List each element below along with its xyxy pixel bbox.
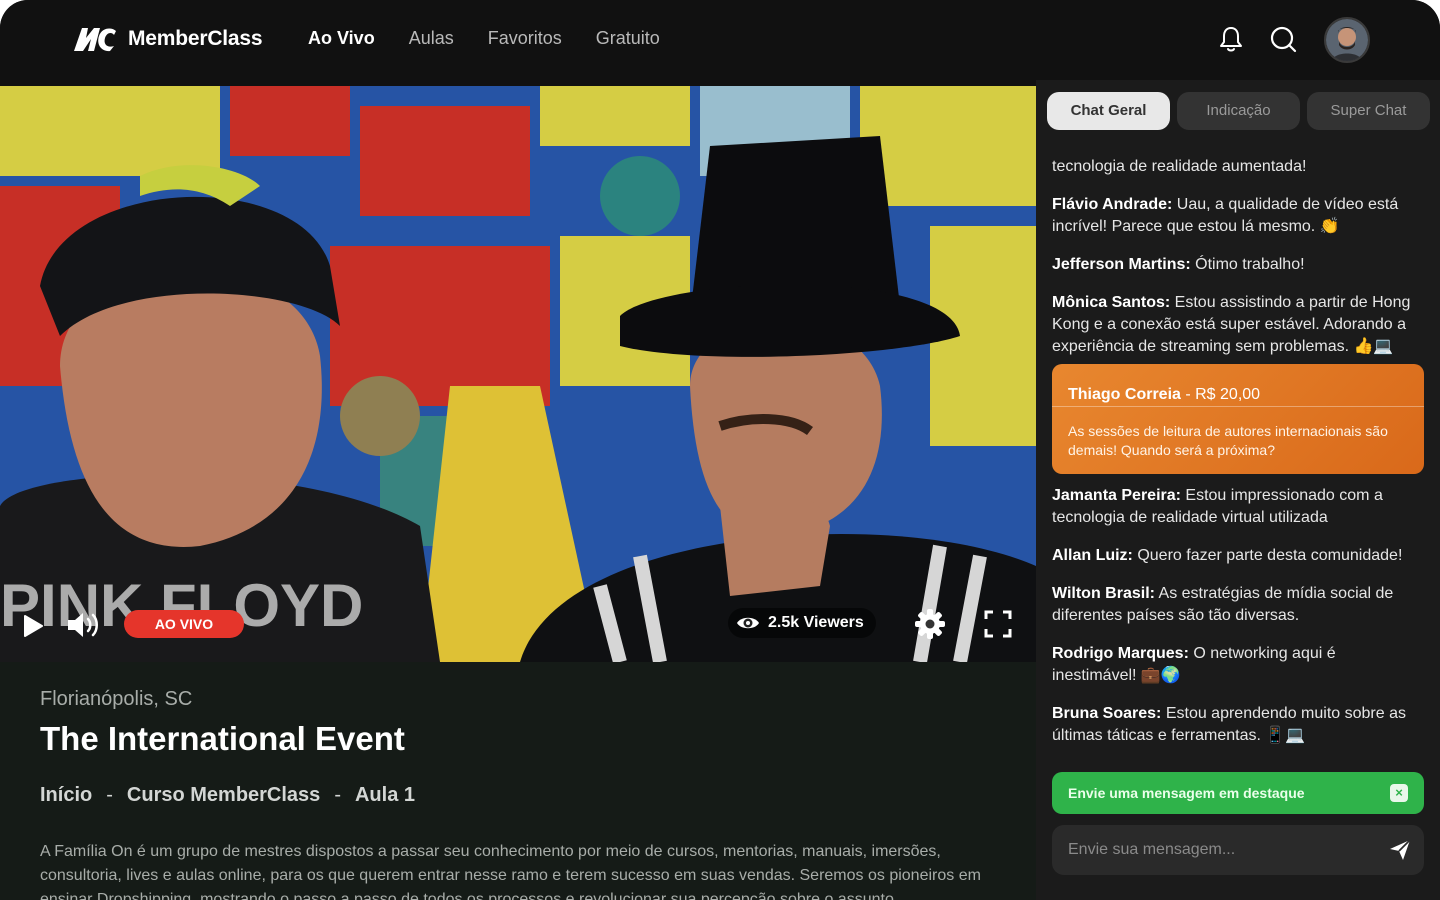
chat-author: Jefferson Martins:: [1052, 256, 1191, 273]
breadcrumb: Início - Curso MemberClass - Aula 1: [40, 784, 415, 807]
chat-text: Ótimo trabalho!: [1190, 256, 1305, 273]
chat-message: Mônica Santos: Estou assistindo a partir…: [1052, 292, 1424, 358]
tab-indicacao[interactable]: Indicação: [1177, 92, 1300, 130]
chat-message: Wilton Brasil: As estratégias de mídia s…: [1052, 583, 1424, 627]
chat-message: Allan Luiz: Quero fazer parte desta comu…: [1052, 545, 1424, 567]
chat-messages-bottom: Jamanta Pereira: Estou impressionado com…: [1052, 485, 1424, 763]
chat-message: Flávio Andrade: Uau, a qualidade de víde…: [1052, 194, 1424, 238]
chat-author: Allan Luiz:: [1052, 547, 1133, 564]
chat-author: Flávio Andrade:: [1052, 196, 1173, 213]
chat-text: tecnologia de realidade aumentada!: [1052, 158, 1307, 175]
tab-super-chat[interactable]: Super Chat: [1307, 92, 1430, 130]
close-icon[interactable]: ×: [1390, 784, 1408, 802]
chat-author: Jamanta Pereira:: [1052, 487, 1181, 504]
send-icon[interactable]: [1388, 838, 1412, 862]
breadcrumb-inicio[interactable]: Início: [40, 784, 92, 807]
nav-aulas[interactable]: Aulas: [409, 28, 454, 49]
superchat-amount: - R$ 20,00: [1180, 386, 1261, 403]
chat-author: Rodrigo Marques:: [1052, 645, 1189, 662]
breadcrumb-curso[interactable]: Curso MemberClass: [127, 784, 320, 807]
eye-icon: [737, 617, 759, 629]
chat-author: Bruna Soares:: [1052, 705, 1162, 722]
chat-message: Jefferson Martins: Ótimo trabalho!: [1052, 254, 1424, 276]
superchat-divider: [1052, 406, 1424, 407]
logo[interactable]: MemberClass: [72, 24, 263, 54]
video-frame: PINK FLOYD: [0, 86, 1036, 662]
breadcrumb-separator: -: [334, 784, 341, 806]
video-player[interactable]: PINK FLOYD: [0, 86, 1036, 662]
message-input-box: [1052, 825, 1424, 875]
superchat-text: As sessões de leitura de autores interna…: [1068, 423, 1388, 458]
bell-icon[interactable]: [1216, 24, 1246, 54]
fullscreen-icon[interactable]: [984, 610, 1012, 638]
nav-ao-vivo[interactable]: Ao Vivo: [308, 28, 375, 49]
nav-gratuito[interactable]: Gratuito: [596, 28, 660, 49]
gear-icon[interactable]: [914, 608, 946, 640]
app-window: MemberClass Ao Vivo Aulas Favoritos Grat…: [0, 0, 1440, 900]
highlight-message-button[interactable]: Envie uma mensagem em destaque ×: [1052, 772, 1424, 814]
chat-message: Jamanta Pereira: Estou impressionado com…: [1052, 485, 1424, 529]
viewers-count: 2.5k Viewers: [768, 614, 864, 631]
chat-message: Bruna Soares: Estou aprendendo muito sob…: [1052, 703, 1424, 747]
chat-message: tecnologia de realidade aumentada!: [1052, 156, 1424, 178]
event-title: The International Event: [40, 720, 405, 757]
superchat-header: Thiago Correia - R$ 20,00: [1068, 386, 1260, 404]
live-badge: AO VIVO: [124, 610, 244, 638]
chat-messages-top: tecnologia de realidade aumentada! Flávi…: [1052, 156, 1424, 374]
message-input[interactable]: [1052, 825, 1372, 875]
app-name: MemberClass: [128, 27, 263, 50]
event-description: A Família On é um grupo de mestres dispo…: [40, 843, 981, 900]
top-header: MemberClass Ao Vivo Aulas Favoritos Grat…: [0, 0, 1440, 80]
chat-author: Wilton Brasil:: [1052, 585, 1155, 602]
superchat-author: Thiago Correia: [1068, 386, 1181, 403]
event-location: Florianópolis, SC: [40, 688, 193, 710]
search-icon[interactable]: [1268, 24, 1298, 54]
avatar-image: [1326, 19, 1368, 61]
nav-favoritos[interactable]: Favoritos: [488, 28, 562, 49]
chat-panel: Chat Geral Indicação Super Chat tecnolog…: [1036, 80, 1440, 900]
chat-message: Rodrigo Marques: O networking aqui é ine…: [1052, 643, 1424, 687]
viewers-counter: 2.5k Viewers: [728, 608, 876, 638]
chat-author: Mônica Santos:: [1052, 294, 1171, 311]
breadcrumb-separator: -: [106, 784, 113, 806]
highlight-label: Envie uma mensagem em destaque: [1068, 785, 1305, 801]
play-icon[interactable]: [22, 614, 44, 638]
tab-chat-geral[interactable]: Chat Geral: [1047, 92, 1170, 130]
user-avatar[interactable]: [1324, 17, 1370, 63]
main-nav: Ao Vivo Aulas Favoritos Gratuito: [308, 28, 660, 49]
chat-text: Quero fazer parte desta comunidade!: [1132, 547, 1403, 564]
superchat-message: Thiago Correia - R$ 20,00 As sessões de …: [1052, 364, 1424, 474]
volume-icon[interactable]: [66, 610, 102, 640]
breadcrumb-aula[interactable]: Aula 1: [355, 784, 415, 807]
memberclass-logo-icon: [74, 28, 116, 52]
